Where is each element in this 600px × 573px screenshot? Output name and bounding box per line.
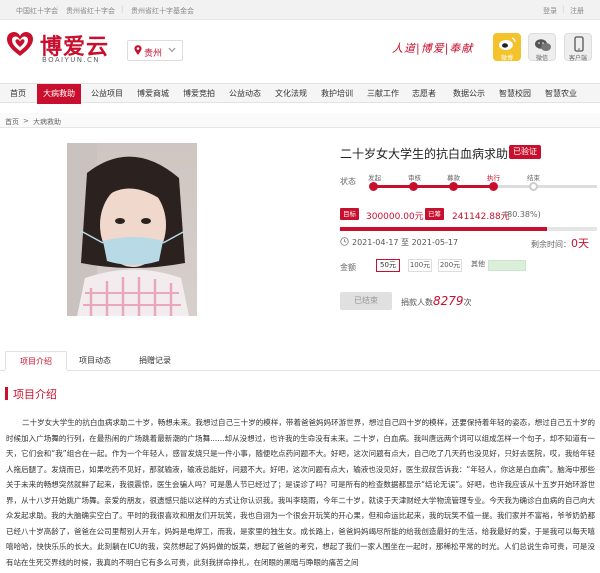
patient-photo: [67, 143, 197, 316]
nav-item-auction[interactable]: 博爱竞拍: [177, 84, 221, 104]
divider: |: [562, 5, 565, 13]
link-red-cross-china[interactable]: 中国红十字会: [16, 6, 58, 16]
raised-tag: 已筹: [425, 208, 444, 220]
raised-amount: 241142.88元: [452, 212, 510, 222]
tab-donation-records[interactable]: 捐赠记录: [127, 351, 183, 371]
divider: |: [121, 5, 124, 13]
stage-track: [372, 185, 597, 188]
other-amount-input[interactable]: [488, 260, 526, 271]
heart-logo-icon[interactable]: [6, 31, 34, 57]
fundraising-progress-fill: [340, 227, 547, 231]
weibo-icon: [499, 37, 516, 50]
donor-count: 捐款人数8279次: [401, 294, 472, 308]
stage-track-fill: [372, 185, 491, 188]
stage-label-review: 审核: [408, 174, 421, 182]
remaining-value: 0天: [571, 237, 589, 250]
nav-item-volunteers[interactable]: 志愿者: [406, 84, 442, 104]
target-tag: 目标: [340, 208, 359, 220]
clock-icon: [340, 237, 349, 246]
nav-item-training[interactable]: 救护培训: [315, 84, 359, 104]
amount-option-other[interactable]: 其他: [468, 259, 488, 272]
chevron-down-icon: [168, 47, 176, 53]
nav-item-three-donations[interactable]: 三献工作: [361, 84, 405, 104]
content-tabs: 项目介绍 项目动态 捐赠记录: [0, 351, 600, 371]
app-label: 客户端: [568, 55, 587, 62]
nav-item-data[interactable]: 数据公示: [447, 84, 491, 104]
link-guizhou-red-cross[interactable]: 贵州省红十字会: [66, 6, 115, 16]
divider: |: [56, 5, 59, 13]
nav-item-news[interactable]: 公益动态: [223, 84, 267, 104]
stage-dot: [489, 182, 498, 191]
breadcrumb-home[interactable]: 首页: [5, 117, 19, 127]
amount-option-50[interactable]: 50元: [376, 259, 400, 272]
stage-label-execution: 执行: [487, 174, 500, 182]
status-label: 状态: [340, 177, 356, 186]
stage-dot: [369, 182, 378, 191]
breadcrumb-sep: >: [23, 117, 29, 125]
logo-url: BOAIYUN.CN: [42, 56, 100, 64]
region-label: 贵州: [144, 49, 163, 59]
main-nav: 首页 大病救助 公益项目 博爱商城 博爱竞拍 公益动态 文化法规 救护培训 三献…: [0, 83, 600, 104]
slogan: 人道|博爱|奉献: [392, 42, 474, 55]
top-bar: 中国红十字会 | 贵州省红十字会 | 贵州省红十字基金会 登录 | 注册: [0, 0, 600, 20]
project-description: 二十岁女大学生的抗白血病求助二十岁，畅想未来。我想过自己三十岁的模样，带着爸爸妈…: [6, 418, 595, 567]
donors-number: 8279: [433, 294, 464, 308]
breadcrumb: 首页 > 大病救助: [0, 113, 600, 128]
tab-project-updates[interactable]: 项目动态: [67, 351, 123, 371]
amount-label: 金额: [340, 263, 356, 272]
stage-label-fundraising: 募款: [447, 174, 460, 182]
ended-button[interactable]: 已结束: [340, 292, 392, 310]
nav-item-home[interactable]: 首页: [5, 84, 31, 104]
stage-label-launch: 发起: [368, 174, 381, 182]
target-amount: 300000.00元: [366, 212, 424, 222]
amount-option-100[interactable]: 100元: [408, 259, 432, 272]
amount-option-200[interactable]: 200元: [438, 259, 462, 272]
weibo-label: 微博: [500, 55, 513, 62]
nav-item-charity-projects[interactable]: 公益项目: [85, 84, 129, 104]
fundraising-progress-bar: [340, 227, 597, 231]
stage-dot: [529, 182, 538, 191]
tab-project-intro[interactable]: 项目介绍: [5, 351, 67, 371]
date-to: 至: [401, 238, 410, 247]
stage-dot: [409, 182, 418, 191]
link-guizhou-foundation[interactable]: 贵州省红十字基金会: [131, 6, 194, 16]
donors-prefix: 捐款人数: [401, 298, 433, 307]
nav-item-medical-aid[interactable]: 大病救助: [37, 84, 81, 104]
section-title: 项目介绍: [13, 388, 57, 401]
remaining-time: 剩余时间：0天: [531, 235, 589, 251]
project-title: 二十岁女大学生的抗白血病求助: [340, 147, 509, 161]
verified-badge: 已验证: [509, 145, 541, 159]
region-selector[interactable]: 贵州: [127, 40, 183, 61]
nav-item-smart-agriculture[interactable]: 智慧农业: [539, 84, 583, 104]
stage-dot: [449, 182, 458, 191]
nav-item-mall[interactable]: 博爱商城: [131, 84, 175, 104]
register-link[interactable]: 注册: [570, 6, 584, 16]
date-start: 2021-04-17: [352, 238, 399, 247]
wechat-label: 微信: [535, 55, 548, 62]
location-pin-icon: [134, 45, 142, 55]
nav-item-smart-campus[interactable]: 智慧校园: [493, 84, 537, 104]
nav-item-culture-law[interactable]: 文化法规: [269, 84, 313, 104]
stage-label-ended: 结束: [527, 174, 540, 182]
raised-percent: (80.38%): [504, 210, 541, 219]
date-end: 2021-05-17: [411, 238, 459, 247]
login-link[interactable]: 登录: [543, 6, 557, 16]
section-accent-bar: [5, 387, 8, 400]
remaining-label: 剩余时间：: [531, 240, 571, 249]
breadcrumb-current[interactable]: 大病救助: [33, 117, 61, 127]
donors-suffix: 次: [463, 298, 472, 307]
date-range: 2021-04-17 至 2021-05-17: [340, 237, 458, 248]
